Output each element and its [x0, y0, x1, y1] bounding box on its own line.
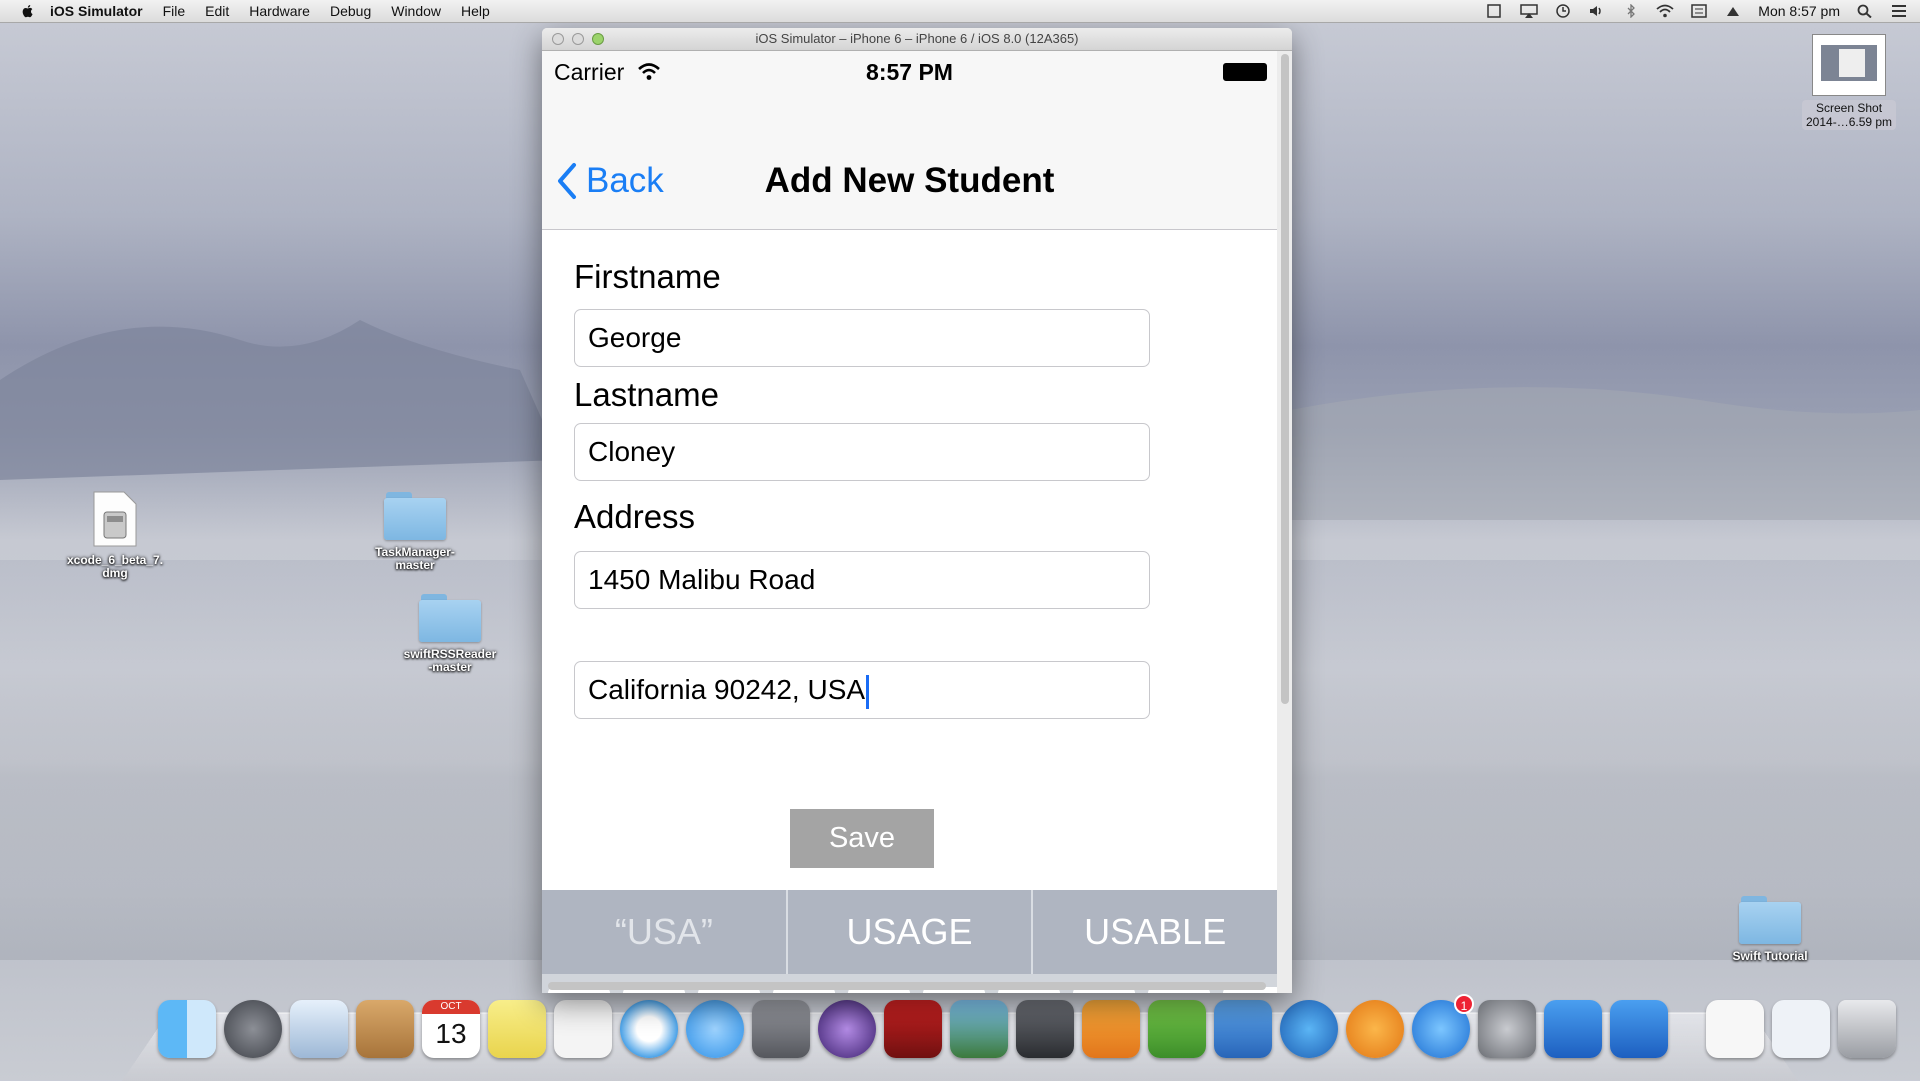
contacts-icon[interactable]: [356, 1000, 414, 1058]
desktop-item-taskmanager[interactable]: TaskManager- master: [355, 492, 475, 572]
text-cursor: [866, 674, 870, 709]
lastname-label: Lastname: [574, 376, 719, 413]
suggestion-usage[interactable]: USAGE: [785, 890, 1032, 974]
eclipse-icon[interactable]: [818, 1000, 876, 1058]
downloads-stack-icon[interactable]: [1772, 1000, 1830, 1058]
reminders-icon[interactable]: [554, 1000, 612, 1058]
ibooks-icon[interactable]: [1346, 1000, 1404, 1058]
screenshot-thumbnail-icon: [1812, 34, 1887, 96]
aperture-icon[interactable]: [1016, 1000, 1074, 1058]
window-titlebar[interactable]: iOS Simulator – iPhone 6 – iPhone 6 / iO…: [542, 28, 1292, 51]
wifi-icon[interactable]: [1656, 4, 1674, 18]
system-preferences-icon[interactable]: [1478, 1000, 1536, 1058]
firstname-field[interactable]: George: [574, 309, 1150, 367]
menu-help[interactable]: Help: [461, 3, 490, 19]
trash-icon[interactable]: [1838, 1000, 1896, 1058]
finder-icon[interactable]: [158, 1000, 216, 1058]
menu-window[interactable]: Window: [391, 3, 441, 19]
safari-icon[interactable]: [620, 1000, 678, 1058]
navigation-bar: Back Add New Student: [542, 91, 1277, 230]
suggestion-usa[interactable]: “USA”: [542, 890, 786, 974]
menu-debug[interactable]: Debug: [330, 3, 371, 19]
volume-icon[interactable]: [1588, 4, 1606, 18]
address-line2-field[interactable]: California 90242, USA: [574, 661, 1150, 719]
facetime-icon[interactable]: [752, 1000, 810, 1058]
status-time: 8:57 PM: [866, 59, 953, 85]
notes-icon[interactable]: [488, 1000, 546, 1058]
xcode-icon[interactable]: [1544, 1000, 1602, 1058]
app-store-badge: 1: [1454, 994, 1474, 1014]
desktop-item-label: swiftRSSReader -master: [403, 647, 497, 674]
address-line1-field[interactable]: 1450 Malibu Road: [574, 551, 1150, 609]
folder-icon: [1739, 896, 1801, 944]
menu-edit[interactable]: Edit: [205, 3, 229, 19]
app-store-icon[interactable]: 1: [1412, 994, 1474, 1058]
desktop-item-xcode-dmg[interactable]: xcode_6_beta_7. dmg: [60, 490, 170, 580]
messages-icon[interactable]: [686, 1000, 744, 1058]
time-machine-icon[interactable]: [1554, 4, 1572, 18]
dock-icons: OCT 13 1: [158, 994, 1896, 1070]
window-title: iOS Simulator – iPhone 6 – iPhone 6 / iO…: [755, 31, 1079, 46]
desktop-item-label: TaskManager- master: [375, 545, 455, 572]
screenshot-label-line1: Screen Shot: [1816, 101, 1883, 115]
menu-app-name[interactable]: iOS Simulator: [50, 3, 143, 19]
calendar-month: OCT: [422, 1000, 480, 1014]
minimize-window-button[interactable]: [572, 33, 584, 45]
keynote-icon[interactable]: [1214, 1000, 1272, 1058]
apple-menu-icon[interactable]: [20, 3, 36, 19]
address-label: Address: [574, 498, 696, 535]
desktop-item-label: xcode_6_beta_7. dmg: [66, 553, 164, 580]
address-line2-value: California 90242, USA: [588, 674, 866, 705]
menu-hardware[interactable]: Hardware: [249, 3, 310, 19]
menu-file[interactable]: File: [163, 3, 186, 19]
notification-center-icon[interactable]: [1890, 4, 1908, 18]
menu-bar: iOS Simulator File Edit Hardware Debug W…: [0, 0, 1920, 23]
input-menu-icon[interactable]: [1690, 4, 1708, 18]
ios-simulator-icon[interactable]: [1610, 1000, 1668, 1058]
save-button[interactable]: Save: [790, 809, 934, 868]
folder-icon: [419, 594, 481, 642]
disk-image-icon: [93, 491, 137, 547]
desktop-item-swift-tutorial[interactable]: Swift Tutorial: [1710, 896, 1830, 963]
mail-icon[interactable]: [290, 1000, 348, 1058]
simulator-window: iOS Simulator – iPhone 6 – iPhone 6 / iO…: [542, 28, 1292, 993]
folder-icon: [384, 492, 446, 540]
screenshot-label-line2: 2014-…6.59 pm: [1806, 115, 1893, 129]
launchpad-icon[interactable]: [224, 1000, 282, 1058]
zoom-window-button[interactable]: [592, 33, 604, 45]
menu-clock[interactable]: Mon 8:57 pm: [1758, 3, 1840, 19]
numbers-icon[interactable]: [1148, 1000, 1206, 1058]
pages-icon[interactable]: [1082, 1000, 1140, 1058]
lastname-field[interactable]: Cloney: [574, 423, 1150, 481]
bluetooth-icon[interactable]: [1622, 4, 1640, 18]
calendar-icon[interactable]: OCT 13: [422, 1000, 480, 1058]
desktop-item-swiftrssreader[interactable]: swiftRSSReader -master: [390, 594, 510, 674]
vertical-scrollbar[interactable]: [1281, 54, 1289, 704]
spotlight-search-icon[interactable]: [1856, 4, 1874, 18]
iphone-screen: Carrier 8:57 PM Back Add New Student Fir…: [542, 51, 1277, 993]
battery-icon: [1223, 63, 1267, 81]
close-window-button[interactable]: [552, 33, 564, 45]
predictive-bar: “USA” USAGE USABLE: [542, 890, 1277, 974]
ios-status-bar: Carrier 8:57 PM: [542, 51, 1277, 91]
page-title: Add New Student: [764, 161, 1055, 200]
firstname-label: Firstname: [574, 258, 721, 295]
iphoto-icon[interactable]: [950, 1000, 1008, 1058]
suggestion-usable[interactable]: USABLE: [1031, 890, 1277, 974]
calendar-day: 13: [435, 1018, 467, 1049]
document-icon[interactable]: [1486, 4, 1504, 18]
itunes-icon[interactable]: [1280, 1000, 1338, 1058]
desktop-item-label: Swift Tutorial: [1732, 949, 1808, 963]
documents-stack-icon[interactable]: [1706, 1000, 1764, 1058]
horizontal-scrollbar[interactable]: [548, 982, 1266, 990]
photo-booth-icon[interactable]: [884, 1000, 942, 1058]
desktop-item-screenshot[interactable]: Screen Shot 2014-…6.59 pm: [1802, 34, 1897, 130]
airplay-icon[interactable]: [1520, 4, 1539, 18]
user-switch-icon[interactable]: [1724, 4, 1742, 18]
